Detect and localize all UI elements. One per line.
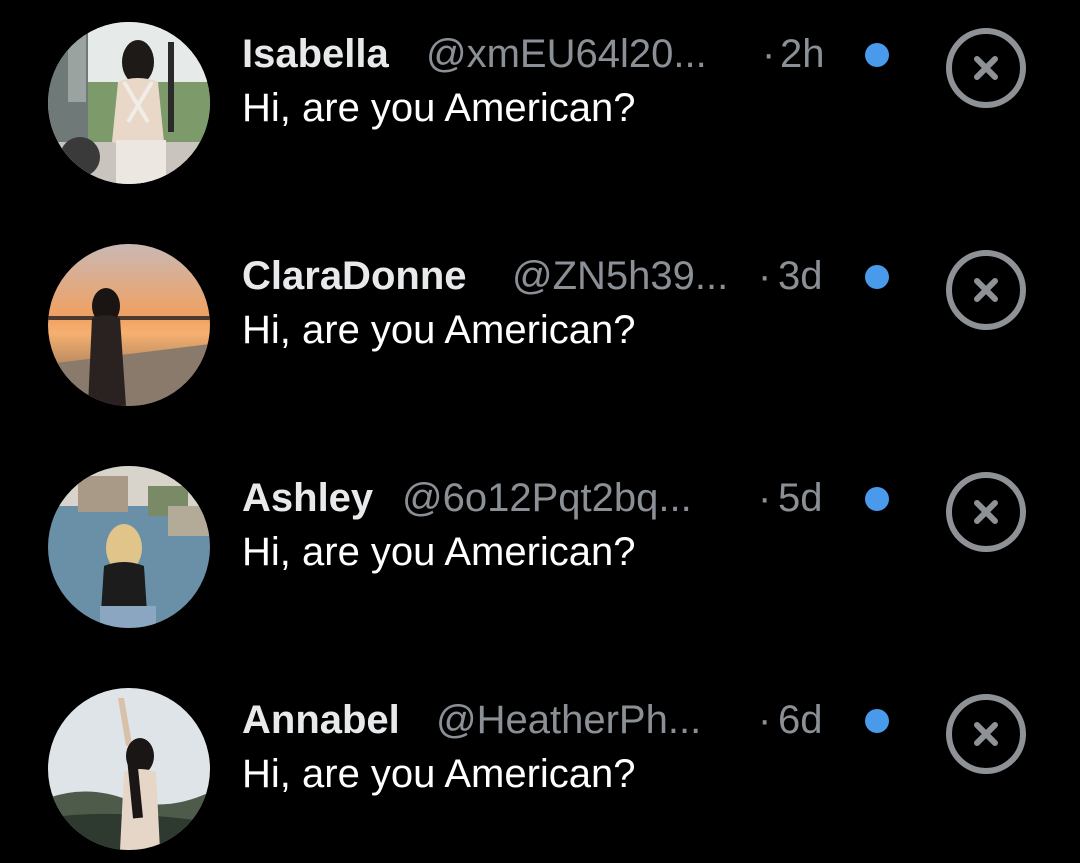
avatar-photo-icon xyxy=(48,466,210,628)
unread-indicator xyxy=(865,487,889,511)
avatar[interactable] xyxy=(48,466,210,628)
dismiss-button[interactable] xyxy=(946,250,1026,330)
message-request-row[interactable]: Isabella @xmEU64l20... · 2h Hi, are you … xyxy=(0,22,1080,192)
message-request-row[interactable]: ClaraDonne @ZN5h39... · 3d Hi, are you A… xyxy=(0,244,1080,414)
message-request-list: Isabella @xmEU64l20... · 2h Hi, are you … xyxy=(0,0,1080,863)
dismiss-button[interactable] xyxy=(946,694,1026,774)
sender-name[interactable]: Isabella xyxy=(242,26,389,82)
unread-indicator xyxy=(865,709,889,733)
close-icon xyxy=(974,56,998,80)
message-preview: Hi, are you American? xyxy=(242,530,636,574)
message-preview: Hi, are you American? xyxy=(242,752,636,796)
dismiss-button[interactable] xyxy=(946,28,1026,108)
message-request-row[interactable]: Annabel @HeatherPh... · 6d Hi, are you A… xyxy=(0,688,1080,858)
timestamp: 2h xyxy=(780,32,825,76)
avatar[interactable] xyxy=(48,688,210,850)
sender-name[interactable]: Ashley xyxy=(242,470,373,526)
avatar-photo-icon xyxy=(48,244,210,406)
timestamp: 5d xyxy=(778,476,823,520)
avatar[interactable] xyxy=(48,22,210,184)
avatar-photo-icon xyxy=(48,22,210,184)
message-header: Ashley @6o12Pqt2bq... · 5d xyxy=(242,470,889,526)
timestamp: 6d xyxy=(778,698,823,742)
unread-indicator xyxy=(865,43,889,67)
sender-handle: @6o12Pqt2bq... xyxy=(402,476,692,520)
separator: · xyxy=(762,32,776,76)
separator: · xyxy=(758,254,772,298)
sender-name[interactable]: ClaraDonne xyxy=(242,248,467,304)
close-icon xyxy=(974,500,998,524)
sender-handle: @ZN5h39... xyxy=(512,254,729,298)
message-preview: Hi, are you American? xyxy=(242,86,636,130)
dismiss-button[interactable] xyxy=(946,472,1026,552)
message-header: Isabella @xmEU64l20... · 2h xyxy=(242,26,889,82)
avatar[interactable] xyxy=(48,244,210,406)
separator: · xyxy=(758,476,772,520)
sender-name[interactable]: Annabel xyxy=(242,692,400,748)
close-icon xyxy=(974,278,998,302)
timestamp: 3d xyxy=(778,254,823,298)
message-preview: Hi, are you American? xyxy=(242,308,636,352)
sender-handle: @HeatherPh... xyxy=(436,698,702,742)
message-request-row[interactable]: Ashley @6o12Pqt2bq... · 5d Hi, are you A… xyxy=(0,466,1080,636)
avatar-photo-icon xyxy=(48,688,210,850)
separator: · xyxy=(758,698,772,742)
message-header: Annabel @HeatherPh... · 6d xyxy=(242,692,889,748)
sender-handle: @xmEU64l20... xyxy=(426,32,707,76)
close-icon xyxy=(974,722,998,746)
message-header: ClaraDonne @ZN5h39... · 3d xyxy=(242,248,889,304)
unread-indicator xyxy=(865,265,889,289)
